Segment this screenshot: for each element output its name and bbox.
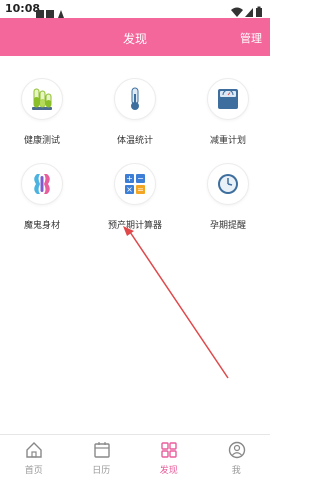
tab-home[interactable]: 首页 [0, 435, 68, 480]
tab-label: 日历 [92, 466, 111, 476]
tab-label: 我 [231, 466, 241, 476]
bottom-tab-bar: 首页 日历 发现 我 [0, 434, 270, 480]
tab-me[interactable]: 我 [203, 435, 271, 480]
annotation-arrow [123, 226, 229, 379]
tab-label: 发现 [159, 466, 178, 476]
tab-label: 首页 [24, 466, 43, 476]
calendar-icon [93, 441, 111, 463]
user-icon [228, 441, 246, 463]
discover-grid-icon [160, 441, 178, 463]
home-icon [25, 441, 43, 463]
tab-discover[interactable]: 发现 [135, 435, 203, 480]
tab-calendar[interactable]: 日历 [68, 435, 136, 480]
